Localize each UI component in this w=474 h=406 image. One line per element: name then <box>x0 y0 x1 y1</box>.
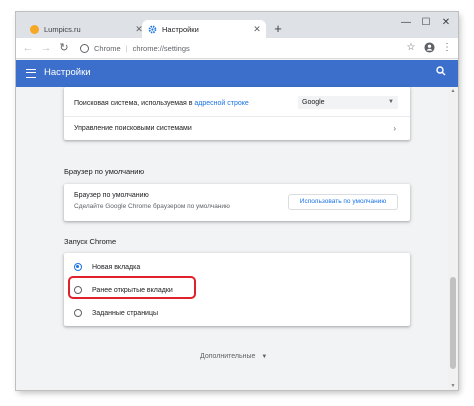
make-default-button[interactable]: Использовать по умолчанию <box>288 194 398 210</box>
radio-button[interactable] <box>74 309 82 317</box>
search-engine-label: Поисковая система, используемая в адресн… <box>74 99 249 107</box>
tab-lumpics[interactable]: Lumpics.ru ✕ <box>24 20 148 38</box>
chrome-page-icon <box>80 44 89 53</box>
toolbar: ← → ↻ Chrome | chrome://settings ☆ ⋮ <box>16 38 458 59</box>
address-bar[interactable]: Chrome | chrome://settings <box>80 40 440 57</box>
back-arrow-icon[interactable]: ← <box>20 40 36 56</box>
default-browser-card: Браузер по умолчанию Сделайте Google Chr… <box>64 184 410 221</box>
scroll-up-arrow-icon[interactable]: ▲ <box>448 87 458 95</box>
scrollbar[interactable]: ▲ ▼ <box>448 87 458 390</box>
reload-icon[interactable]: ↻ <box>56 40 72 56</box>
tab-label: Настройки <box>162 24 199 34</box>
settings-gear-favicon-icon <box>148 25 157 34</box>
settings-content: Поисковая система, используемая в адресн… <box>16 87 458 390</box>
startup-option-label: Заданные страницы <box>92 309 159 317</box>
advanced-toggle[interactable]: Дополнительные ▼ <box>200 353 267 360</box>
red-highlight-box <box>68 276 196 299</box>
manage-search-engines-label: Управление поисковыми системами <box>74 124 192 132</box>
search-icon[interactable] <box>436 66 446 79</box>
url-text: chrome://settings <box>132 44 190 53</box>
tab-strip: Lumpics.ru ✕ Настройки ✕ + — ☐ ✕ <box>16 12 458 38</box>
browser-window: Lumpics.ru ✕ Настройки ✕ + — ☐ ✕ ← → ↻ C… <box>16 12 458 390</box>
menu-kebab-icon[interactable]: ⋮ <box>440 41 454 55</box>
scroll-thumb[interactable] <box>450 277 456 369</box>
hamburger-menu-icon[interactable] <box>26 69 36 78</box>
startup-option-new-tab[interactable]: Новая вкладка <box>64 257 410 277</box>
lumpics-favicon-icon <box>30 24 39 34</box>
profile-avatar-icon[interactable] <box>422 41 436 55</box>
startup-section-title: Запуск Chrome <box>64 237 117 246</box>
radio-button[interactable] <box>74 263 82 271</box>
default-browser-title: Браузер по умолчанию <box>74 192 149 199</box>
caret-down-icon: ▼ <box>261 354 268 360</box>
default-browser-section-title: Браузер по умолчанию <box>64 167 145 176</box>
search-engine-card: Поисковая система, используемая в адресн… <box>64 87 410 140</box>
minimize-button[interactable]: — <box>398 16 414 30</box>
manage-search-engines-row[interactable]: Управление поисковыми системами › <box>64 117 410 139</box>
bookmark-star-icon[interactable]: ☆ <box>404 41 418 55</box>
omnibox-separator: | <box>125 44 128 53</box>
close-window-button[interactable]: ✕ <box>438 16 454 30</box>
search-engine-row: Поисковая система, используемая в адресн… <box>64 93 410 113</box>
new-tab-button[interactable]: + <box>270 21 286 37</box>
search-engine-select[interactable]: Google ▼ <box>298 96 398 109</box>
page-title: Настройки <box>44 67 91 78</box>
settings-header: Настройки <box>16 60 458 87</box>
startup-option-specific-pages[interactable]: Заданные страницы <box>64 303 410 323</box>
site-chip: Chrome <box>94 44 121 53</box>
startup-option-label: Новая вкладка <box>92 263 141 271</box>
default-browser-description: Сделайте Google Chrome браузером по умол… <box>74 203 230 210</box>
maximize-button[interactable]: ☐ <box>418 16 434 30</box>
dropdown-caret-icon: ▼ <box>388 99 394 105</box>
address-bar-link[interactable]: адресной строке <box>194 100 248 107</box>
tab-settings[interactable]: Настройки ✕ <box>142 20 266 38</box>
tab-label: Lumpics.ru <box>44 24 81 34</box>
forward-arrow-icon[interactable]: → <box>38 40 54 56</box>
scroll-down-arrow-icon[interactable]: ▼ <box>448 382 458 390</box>
chevron-right-icon: › <box>393 123 396 133</box>
tab-close-icon[interactable]: ✕ <box>250 24 264 35</box>
